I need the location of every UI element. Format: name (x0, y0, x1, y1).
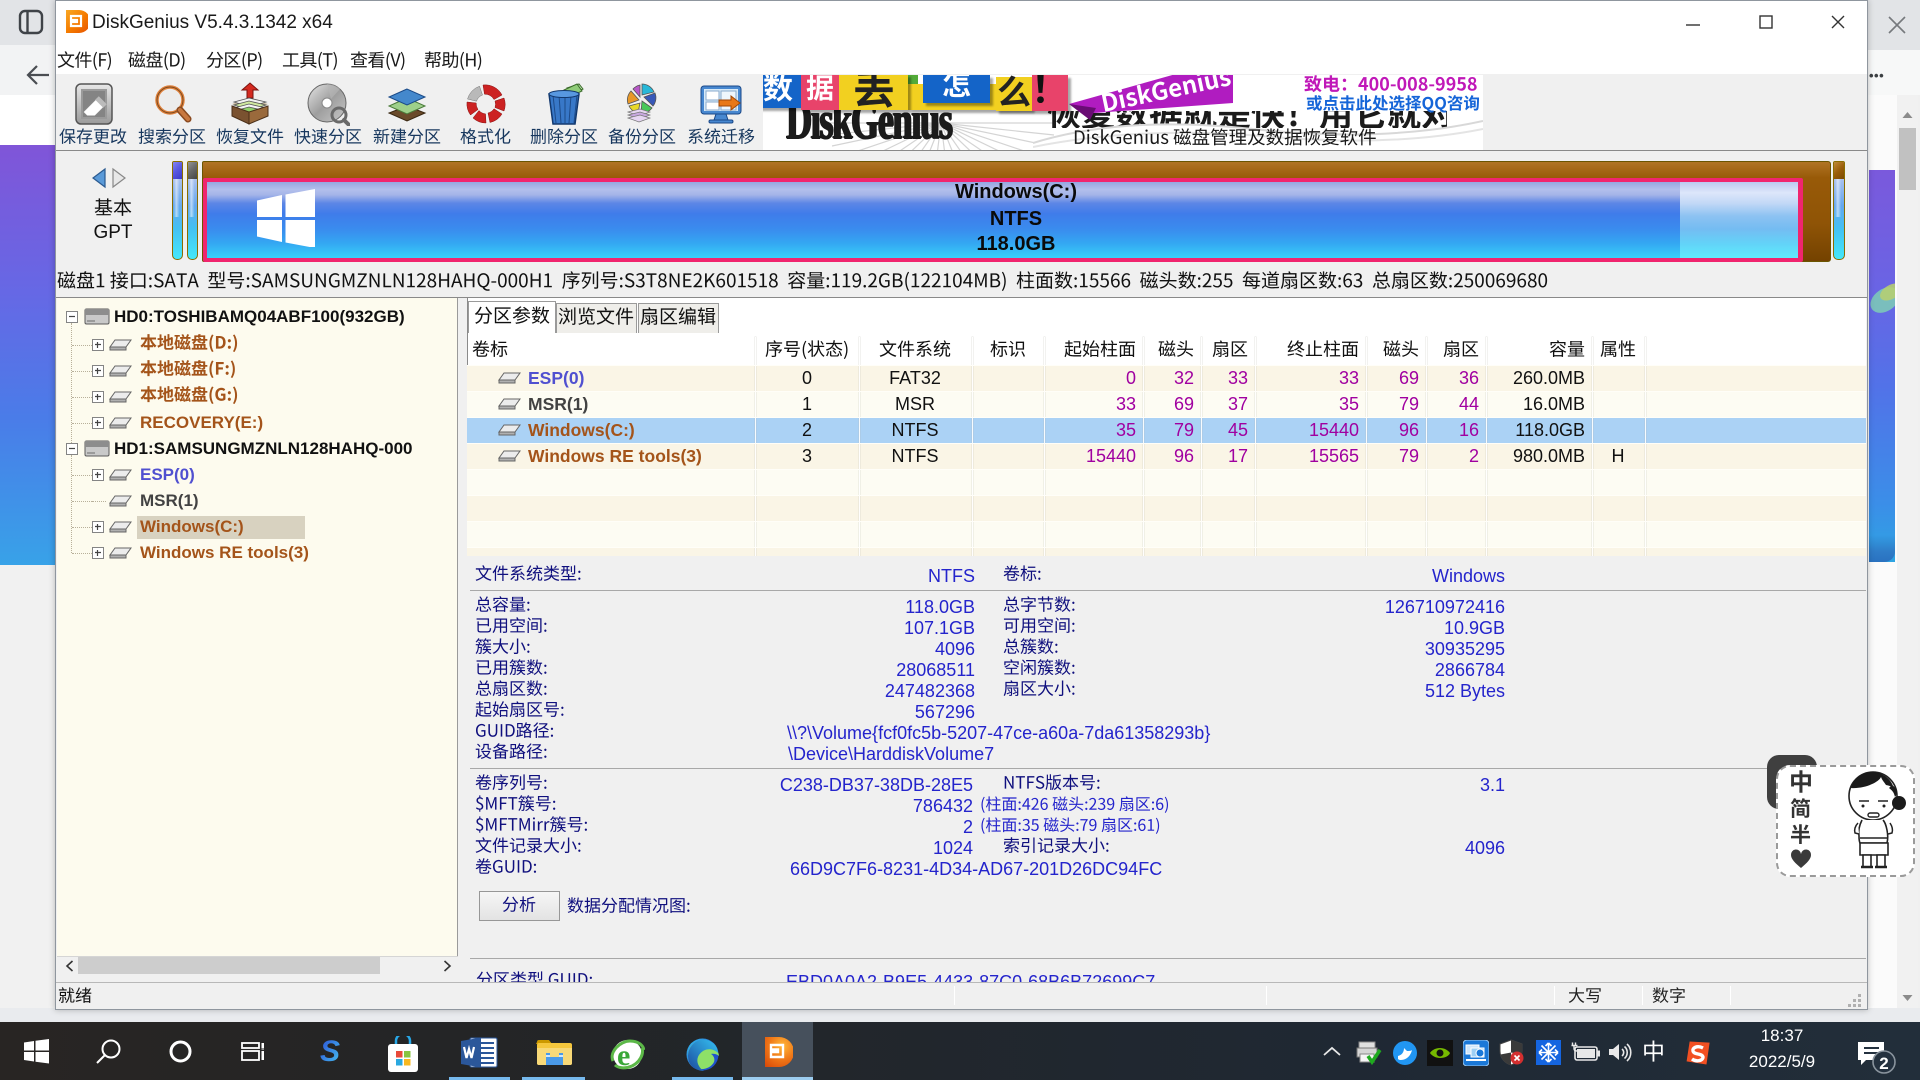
svg-text:S: S (320, 1037, 340, 1065)
svg-text:2: 2 (1879, 1054, 1888, 1073)
